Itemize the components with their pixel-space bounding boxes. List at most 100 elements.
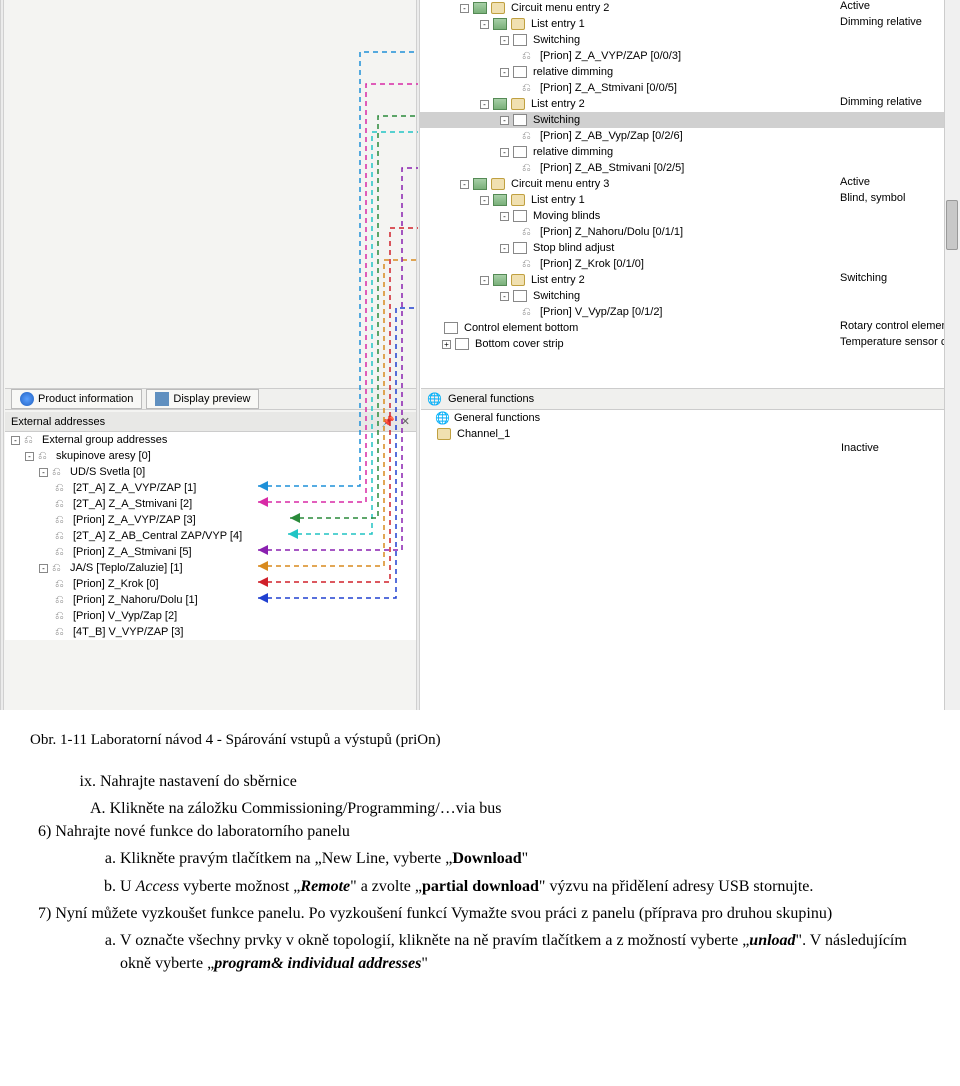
expand-toggle[interactable]: - xyxy=(500,68,509,77)
tree-row[interactable]: [4T_B] V_VYP/ZAP [3] xyxy=(5,624,416,640)
page-icon xyxy=(513,210,527,222)
tree-row[interactable]: General functions xyxy=(421,410,960,426)
group-icon xyxy=(473,178,487,190)
page-icon xyxy=(444,322,458,334)
tree-row[interactable]: [Prion] V_Vyp/Zap [0/1/2] xyxy=(420,304,960,320)
expand-toggle[interactable]: - xyxy=(500,116,509,125)
tree-row[interactable]: -UD/S Svetla [0] xyxy=(5,464,416,480)
tree-label: [Prion] Z_Krok [0] xyxy=(73,578,159,590)
expand-toggle[interactable]: - xyxy=(500,36,509,45)
tree-row[interactable]: - skupinove aresy [0] xyxy=(5,448,416,464)
scrollbar-vertical[interactable] xyxy=(944,0,960,710)
tree-label: [Prion] Z_AB_Vyp/Zap [0/2/6] xyxy=(540,130,683,142)
expand-toggle[interactable]: - xyxy=(500,148,509,157)
property-value: Active xyxy=(840,0,870,16)
tree-row[interactable]: -Switching xyxy=(420,288,960,304)
tree-label: Control element bottom xyxy=(464,322,578,334)
close-icon[interactable]: ✕ xyxy=(401,415,410,428)
tree-row[interactable]: [Prion] V_Vyp/Zap [2] xyxy=(5,608,416,624)
tree-row[interactable]: [Prion] Z_Krok [0] xyxy=(5,576,416,592)
tab-display-preview[interactable]: Display preview xyxy=(146,389,259,409)
link-icon xyxy=(522,82,534,94)
tree-label: Circuit menu entry 2 xyxy=(511,2,609,14)
tree-row[interactable]: [Prion] Z_A_VYP/ZAP [0/0/3] xyxy=(420,48,960,64)
tree-row[interactable]: -Switching xyxy=(420,112,960,128)
tree-row[interactable]: [2T_A] Z_A_VYP/ZAP [1] xyxy=(5,480,416,496)
expand-toggle[interactable]: - xyxy=(25,452,34,461)
expand-toggle[interactable]: - xyxy=(480,196,489,205)
pin-icon[interactable]: 📌 xyxy=(381,415,395,428)
tree-row[interactable]: - Circuit menu entry 2 xyxy=(420,0,960,16)
main-tree[interactable]: -Circuit menu entry 2Active-List entry 1… xyxy=(420,0,960,710)
group-icon xyxy=(473,2,487,14)
tree-row[interactable]: [Prion] Z_Nahoru/Dolu [0/1/1] xyxy=(420,224,960,240)
obj-icon xyxy=(511,98,525,110)
tree-row[interactable]: [Prion] Z_AB_Stmivani [0/2/5] xyxy=(420,160,960,176)
tree-label: [2T_A] Z_AB_Central ZAP/VYP [4] xyxy=(73,530,242,542)
app-screenshot: -Circuit menu entry 2Active-List entry 1… xyxy=(0,0,960,710)
tree-row[interactable]: [2T_A] Z_AB_Central ZAP/VYP [4] xyxy=(5,528,416,544)
expand-toggle[interactable]: - xyxy=(500,292,509,301)
expand-toggle[interactable]: - xyxy=(500,212,509,221)
link-icon xyxy=(522,50,534,62)
tree-row[interactable]: - External group addresses xyxy=(5,432,416,448)
tree-label: [Prion] V_Vyp/Zap [0/1/2] xyxy=(540,306,663,318)
scroll-thumb[interactable] xyxy=(946,200,958,250)
obj-icon xyxy=(437,428,451,440)
external-addresses-tree[interactable]: -External group addresses-skupinove ares… xyxy=(5,432,416,640)
list-item: Klikněte na záložku Commissioning/Progra… xyxy=(110,800,502,817)
tree-label: [Prion] Z_A_Stmivani [0/0/5] xyxy=(540,82,677,94)
expand-toggle[interactable]: - xyxy=(480,20,489,29)
tree-label: [Prion] Z_A_VYP/ZAP [0/0/3] xyxy=(540,50,681,62)
info-icon xyxy=(20,392,34,406)
page-icon xyxy=(513,66,527,78)
tree-label: skupinove aresy [0] xyxy=(56,450,151,462)
tree-row[interactable]: [Prion] Z_Nahoru/Dolu [1] xyxy=(5,592,416,608)
page-icon xyxy=(513,242,527,254)
link-icon xyxy=(55,546,67,558)
tree-row[interactable]: -Switching xyxy=(420,32,960,48)
group-icon xyxy=(493,18,507,30)
tree-label: Channel_1 xyxy=(457,428,510,440)
expand-toggle[interactable]: - xyxy=(500,244,509,253)
left-tabbar: Product information Display preview xyxy=(5,388,416,410)
tree-row[interactable]: [Prion] Z_A_Stmivani [5] xyxy=(5,544,416,560)
tree-label: Stop blind adjust xyxy=(533,242,614,254)
expand-toggle[interactable]: - xyxy=(460,4,469,13)
expand-toggle[interactable]: - xyxy=(39,468,48,477)
general-functions-tree[interactable]: General functionsChannel_1Inactive xyxy=(421,410,960,470)
expand-toggle[interactable]: + xyxy=(442,340,451,349)
tree-label: Bottom cover strip xyxy=(475,338,564,350)
expand-toggle[interactable]: - xyxy=(39,564,48,573)
property-value: Switching xyxy=(840,272,887,288)
link-icon xyxy=(55,482,67,494)
expand-toggle[interactable]: - xyxy=(11,436,20,445)
tree-row[interactable]: [2T_A] Z_A_Stmivani [2] xyxy=(5,496,416,512)
tree-row[interactable]: -relative dimming xyxy=(420,64,960,80)
tree-label: External group addresses xyxy=(42,434,167,446)
link-icon xyxy=(55,530,67,542)
vertical-sash-left[interactable] xyxy=(0,0,4,710)
expand-toggle[interactable]: - xyxy=(460,180,469,189)
tree-label: [Prion] Z_A_Stmivani [5] xyxy=(73,546,192,558)
tree-row[interactable]: - Stop blind adjust xyxy=(420,240,960,256)
property-value: Rotary control element xyxy=(840,320,951,336)
tree-row[interactable]: -JA/S [Teplo/Zaluzie] [1] xyxy=(5,560,416,576)
group-icon xyxy=(493,274,507,286)
tree-row[interactable]: -Circuit menu entry 3 xyxy=(420,176,960,192)
property-value: Temperature sensor cove xyxy=(840,336,960,352)
tree-row[interactable]: [Prion] Z_A_Stmivani [0/0/5] xyxy=(420,80,960,96)
tree-row[interactable]: -Moving blinds xyxy=(420,208,960,224)
preview-icon xyxy=(155,392,169,406)
link-icon xyxy=(38,450,50,462)
obj-icon xyxy=(511,18,525,30)
property-value: Blind, symbol xyxy=(840,192,905,208)
expand-toggle[interactable]: - xyxy=(480,276,489,285)
tree-row[interactable]: -relative dimming xyxy=(420,144,960,160)
tab-product-info[interactable]: Product information xyxy=(11,389,142,409)
tree-row[interactable]: Channel_1 xyxy=(421,426,960,442)
expand-toggle[interactable]: - xyxy=(480,100,489,109)
tree-row[interactable]: [Prion] Z_AB_Vyp/Zap [0/2/6] xyxy=(420,128,960,144)
tree-row[interactable]: [Prion] Z_A_VYP/ZAP [3] xyxy=(5,512,416,528)
tree-row[interactable]: [Prion] Z_Krok [0/1/0] xyxy=(420,256,960,272)
